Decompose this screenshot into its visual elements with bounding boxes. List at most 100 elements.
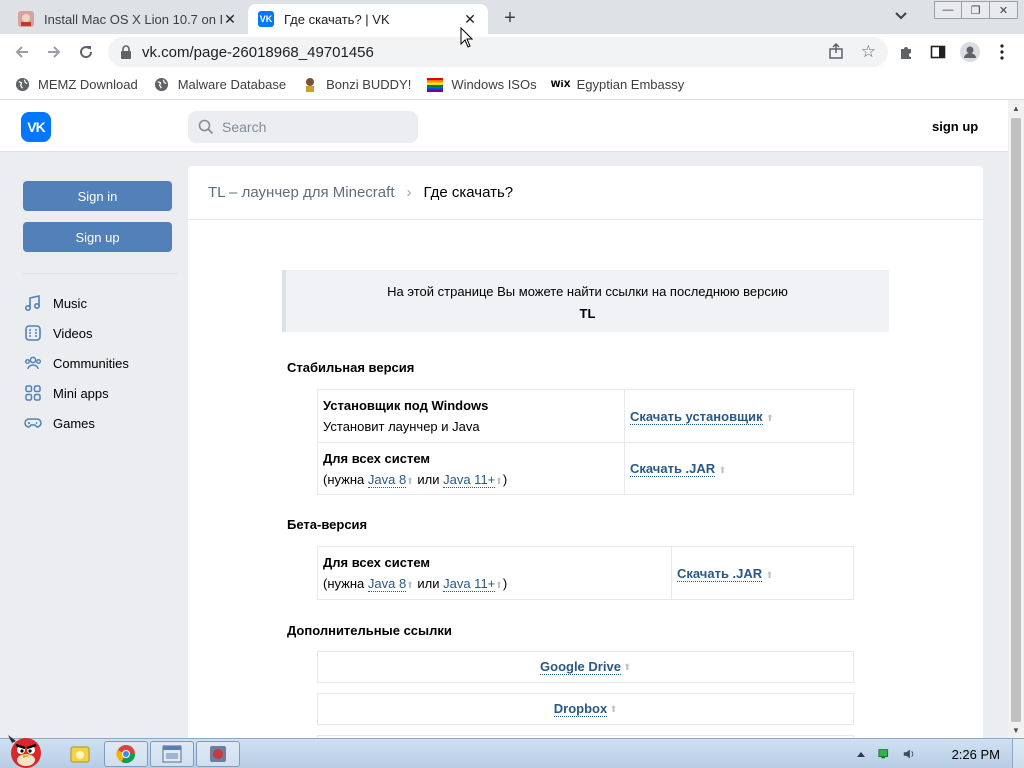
external-link-icon: ⬆ (495, 580, 503, 590)
sidebar-item-mini-apps[interactable]: Mini apps (23, 378, 172, 408)
page-viewport: VK Search sign up Sign in Sign up Music … (0, 100, 1008, 738)
google-drive-link[interactable]: Google Drive (540, 659, 621, 675)
stable-downloads-table: Установщик под Windows Установит лаунчер… (317, 389, 854, 495)
scroll-down-arrow-icon[interactable]: ▼ (1008, 722, 1024, 738)
face-favicon-icon (18, 11, 34, 27)
table-cell: Скачать установщик ⬆ (624, 389, 854, 443)
lock-icon[interactable] (120, 45, 132, 62)
tab-mac-os-lion[interactable]: Install Mac OS X Lion 10.7 on PC ✕ (8, 4, 248, 34)
table-cell: Скачать .JAR ⬆ (624, 442, 854, 495)
system-tray: 2:26 PM (854, 739, 1024, 768)
row-desc-prefix: (нужна (323, 576, 365, 591)
row-name: Установщик под Windows (323, 398, 489, 413)
java8-link[interactable]: Java 8 (367, 576, 407, 592)
sign-up-button[interactable]: Sign up (23, 222, 172, 252)
sidebar-item-label: Communities (53, 355, 129, 371)
row-desc-or: или (417, 576, 440, 591)
row-desc-prefix: (нужна (323, 471, 365, 487)
download-beta-jar-link[interactable]: Скачать .JAR (677, 565, 763, 582)
forward-arrow-icon (48, 46, 61, 58)
scroll-up-arrow-icon[interactable]: ▲ (1008, 100, 1024, 116)
search-input[interactable]: Search (188, 111, 418, 143)
download-jar-link[interactable]: Скачать .JAR (630, 461, 716, 477)
taskbar-app-4[interactable] (196, 741, 240, 767)
gamepad-icon (23, 413, 43, 433)
close-tab-icon[interactable]: ✕ (222, 11, 238, 27)
breadcrumb-parent-link[interactable]: TL – лаунчер для Minecraft (208, 184, 394, 201)
bonzi-icon (302, 77, 318, 93)
close-tab-icon[interactable]: ✕ (462, 11, 478, 27)
row-desc: Установит лаунчер и Java (323, 419, 480, 434)
bookmark-windows-isos[interactable]: Windows ISOs (427, 77, 537, 93)
dropbox-link[interactable]: Dropbox (553, 701, 608, 717)
bookmark-memz[interactable]: MEMZ Download (14, 77, 138, 93)
volume-icon[interactable] (902, 747, 916, 761)
taskbar-chrome[interactable] (104, 741, 148, 767)
new-tab-button[interactable]: + (498, 6, 522, 30)
mini-apps-icon (23, 383, 43, 403)
forward-button[interactable] (42, 40, 66, 64)
bookmark-label: Malware Database (177, 77, 287, 92)
bookmarks-bar: MEMZ Download Malware Database Bonzi BUD… (0, 70, 1024, 100)
sticky-notes-icon (70, 746, 90, 763)
address-bar[interactable]: vk.com/page-26018968_49701456 ☆ (108, 37, 888, 67)
window-app-icon (162, 745, 182, 763)
search-icon (198, 119, 214, 135)
bookmark-label: Windows ISOs (451, 77, 537, 92)
network-icon[interactable] (878, 747, 892, 761)
maximize-button[interactable]: ❐ (962, 1, 990, 19)
windows-taskbar: 2:26 PM (0, 735, 1024, 768)
scroll-thumb[interactable] (1011, 118, 1021, 722)
profile-avatar-icon[interactable] (960, 42, 980, 62)
minimize-button[interactable]: — (934, 1, 962, 19)
communities-icon (23, 353, 43, 373)
download-installer-link[interactable]: Скачать установщик (630, 408, 763, 425)
browser-toolbar: vk.com/page-26018968_49701456 ☆ (0, 34, 1024, 70)
page-scrollbar[interactable]: ▲ ▼ (1008, 100, 1024, 738)
tray-expand-icon[interactable] (854, 747, 868, 761)
vk-logo[interactable]: VK (21, 112, 51, 142)
reload-button[interactable] (74, 40, 98, 64)
bookmark-label: Egyptian Embassy (576, 77, 685, 92)
angry-bird-icon (8, 735, 41, 768)
page-title: Где скачать? (423, 184, 514, 201)
dropbox-row: Dropbox ⬆ (317, 693, 854, 725)
java8-link[interactable]: Java 8 (367, 471, 407, 488)
search-placeholder: Search (222, 119, 267, 135)
info-notice: На этой странице Вы можете найти ссылки … (282, 270, 889, 332)
taskbar-explorer[interactable] (58, 741, 102, 767)
share-icon[interactable] (828, 42, 844, 62)
tab-search-chevron-icon[interactable] (894, 9, 914, 25)
taskbar-window-app[interactable] (150, 741, 194, 767)
row-name: Для всех систем (323, 555, 431, 570)
bookmark-star-icon[interactable]: ☆ (861, 42, 876, 62)
signup-link[interactable]: sign up (932, 119, 978, 134)
java11-link[interactable]: Java 11+ (443, 471, 496, 488)
vk-favicon-icon: VK (258, 11, 274, 27)
sidebar-item-communities[interactable]: Communities (23, 348, 172, 378)
bookmark-egyptian-embassy[interactable]: WiX Egyptian Embassy (551, 77, 685, 93)
bookmark-label: MEMZ Download (38, 77, 138, 92)
taskbar-clock[interactable]: 2:26 PM (952, 747, 1000, 762)
table-row: Для всех систем (нужна Java 8 ⬆ или Java … (317, 546, 854, 600)
side-panel-icon[interactable] (928, 42, 948, 62)
show-desktop-button[interactable] (1012, 739, 1024, 768)
wiki-page-card: TL – лаунчер для Minecraft › Где скачать… (188, 166, 983, 738)
java11-link[interactable]: Java 11+ (443, 576, 496, 592)
globe-icon (154, 77, 170, 93)
bookmark-bonzi-buddy[interactable]: Bonzi BUDDY! (302, 77, 411, 93)
sidebar-item-music[interactable]: Music (23, 288, 172, 318)
tab-vk[interactable]: VK Где скачать? | VK ✕ (248, 4, 488, 34)
start-button[interactable] (4, 729, 46, 768)
close-window-button[interactable]: ✕ (990, 1, 1018, 19)
sidebar-item-videos[interactable]: Videos (23, 318, 172, 348)
breadcrumb-separator: › (406, 184, 412, 201)
sign-in-button[interactable]: Sign in (23, 181, 172, 211)
sidebar-item-games[interactable]: Games (23, 408, 172, 438)
bookmark-malware-database[interactable]: Malware Database (154, 77, 286, 93)
external-link-icon: ⬆ (765, 569, 774, 580)
back-button[interactable] (10, 40, 34, 64)
url-text[interactable]: vk.com/page-26018968_49701456 (142, 44, 374, 61)
extensions-icon[interactable] (896, 42, 916, 62)
kebab-menu-icon[interactable] (992, 42, 1012, 62)
